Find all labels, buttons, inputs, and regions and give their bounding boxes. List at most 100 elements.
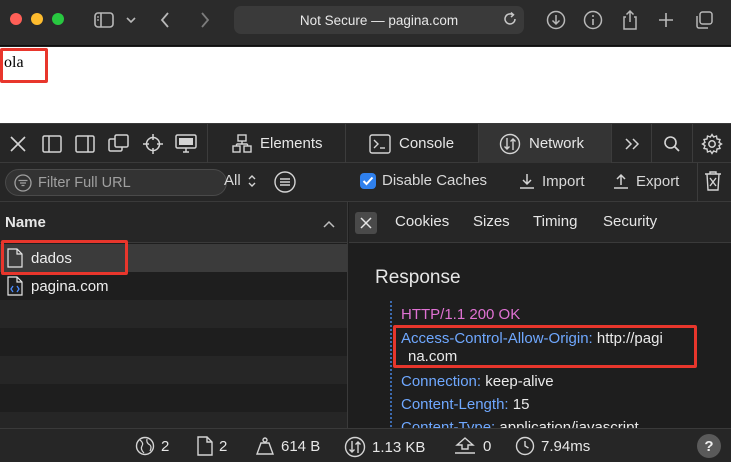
- network-filter-bar: All Disable Caches Import Export: [0, 163, 731, 202]
- updown-chevron-icon: [248, 174, 256, 187]
- close-icon: [360, 217, 372, 229]
- back-icon[interactable]: [156, 8, 174, 32]
- export-icon: [614, 173, 628, 189]
- share-icon[interactable]: [619, 8, 641, 32]
- resource-type-value: All: [224, 172, 241, 189]
- request-row-pagina[interactable]: pagina.com: [0, 272, 347, 300]
- resources-count: 2: [197, 436, 227, 456]
- disable-caches-checkbox[interactable]: [360, 172, 376, 189]
- sort-ascending-icon[interactable]: [323, 215, 335, 232]
- empty-row: [0, 328, 347, 356]
- upload-tray-icon: [455, 437, 475, 454]
- name-column-label: Name: [5, 213, 46, 231]
- domains-value: 2: [161, 437, 170, 455]
- tab-console[interactable]: Console: [346, 124, 478, 163]
- device-settings-icon[interactable]: [174, 132, 198, 156]
- info-icon[interactable]: [582, 8, 604, 32]
- empty-row: [0, 356, 347, 384]
- header-key: Access-Control-Allow-Origin:: [401, 330, 593, 347]
- import-button[interactable]: Import: [518, 172, 585, 190]
- filter-url-input[interactable]: [38, 174, 218, 191]
- header-content-type: Content-Type: application/javascript: [401, 418, 639, 428]
- header-value-continued: na.com: [408, 348, 458, 365]
- detail-tab-bar: Cookies Sizes Timing Security: [349, 202, 731, 243]
- resources-value: 2: [219, 437, 228, 455]
- clock-icon: [515, 436, 535, 456]
- export-button[interactable]: Export: [612, 172, 679, 190]
- response-section-title: Response: [375, 267, 461, 288]
- tab-sizes[interactable]: Sizes: [473, 213, 510, 230]
- element-selection-icon[interactable]: [141, 132, 165, 156]
- dock-right-icon[interactable]: [73, 132, 97, 156]
- browser-toolbar: Not Secure — pagina.com: [0, 0, 731, 46]
- response-headers-panel: Response HTTP/1.1 200 OK Access-Control-…: [349, 243, 731, 428]
- tab-cookies[interactable]: Cookies: [395, 213, 449, 230]
- close-detail-button[interactable]: [355, 212, 377, 234]
- new-tab-icon[interactable]: [655, 8, 677, 32]
- tab-label: Network: [529, 135, 585, 152]
- other-count: 0: [453, 436, 491, 456]
- minimize-window-button[interactable]: [31, 13, 43, 25]
- header-connection: Connection: keep-alive: [401, 372, 554, 392]
- tab-security[interactable]: Security: [603, 213, 657, 230]
- dock-left-icon[interactable]: [40, 132, 64, 156]
- domains-count: 2: [135, 436, 169, 456]
- transferred-size: 614 B: [255, 436, 320, 456]
- tab-overview-icon[interactable]: [692, 8, 716, 32]
- weight-icon: [256, 437, 274, 455]
- globe-icon: [135, 436, 155, 456]
- duration-value: 7.94ms: [541, 437, 591, 455]
- zoom-window-button[interactable]: [52, 13, 64, 25]
- reload-icon[interactable]: [502, 11, 518, 30]
- disable-caches-toggle[interactable]: Disable Caches: [360, 172, 487, 189]
- divider: [692, 124, 693, 164]
- header-key: Connection:: [401, 373, 482, 390]
- grouping-menu-icon[interactable]: [273, 170, 297, 194]
- divider: [697, 163, 698, 201]
- filter-url-field[interactable]: [5, 169, 227, 196]
- search-icon[interactable]: [660, 132, 684, 156]
- header-value: application/javascript: [499, 419, 639, 428]
- empty-row: [0, 412, 347, 428]
- close-window-button[interactable]: [10, 13, 22, 25]
- other-value: 0: [483, 437, 492, 455]
- tab-network[interactable]: Network: [479, 124, 611, 163]
- load-duration: 7.94ms: [515, 436, 590, 456]
- filter-icon: [14, 173, 32, 192]
- detach-window-icon[interactable]: [107, 132, 131, 156]
- gear-icon[interactable]: [700, 132, 724, 156]
- document-icon: [7, 248, 23, 268]
- downloads-icon[interactable]: [545, 8, 567, 32]
- export-label: Export: [636, 172, 680, 190]
- devtools-tab-bar: Elements Console Network: [0, 123, 731, 164]
- status-line: HTTP/1.1 200 OK: [401, 306, 521, 323]
- name-column-header[interactable]: Name: [0, 202, 347, 243]
- more-tabs-icon[interactable]: [620, 132, 644, 156]
- tab-elements[interactable]: Elements: [208, 124, 344, 163]
- header-key: Content-Length:: [401, 396, 509, 413]
- disable-caches-label: Disable Caches: [382, 172, 488, 189]
- header-value: keep-alive: [485, 373, 554, 390]
- import-icon: [520, 174, 534, 189]
- clear-log-icon[interactable]: [704, 171, 722, 191]
- empty-row: [0, 300, 347, 328]
- help-button[interactable]: ?: [697, 434, 721, 458]
- tab-label: Elements: [260, 135, 323, 152]
- resource-type-select[interactable]: All: [224, 172, 257, 189]
- chevron-down-icon[interactable]: [124, 8, 138, 32]
- web-page-content: ola: [0, 47, 731, 123]
- import-label: Import: [542, 172, 585, 190]
- tab-timing[interactable]: Timing: [533, 213, 577, 230]
- network-transfer-icon: [344, 436, 366, 458]
- resource-size: 1.13 KB: [344, 436, 425, 458]
- empty-row: [0, 384, 347, 412]
- network-summary-bar: 2 2 614 B 1.13 KB 0 7.94ms ?: [0, 428, 731, 462]
- request-row-dados[interactable]: dados: [0, 244, 347, 272]
- address-bar[interactable]: Not Secure — pagina.com: [234, 6, 524, 34]
- header-value: http://pagi: [596, 330, 663, 347]
- address-text: Not Secure — pagina.com: [299, 12, 459, 28]
- forward-icon[interactable]: [196, 8, 214, 32]
- network-icon: [499, 133, 521, 154]
- close-devtools-icon[interactable]: [6, 132, 30, 156]
- sidebar-toggle-icon[interactable]: [92, 8, 116, 32]
